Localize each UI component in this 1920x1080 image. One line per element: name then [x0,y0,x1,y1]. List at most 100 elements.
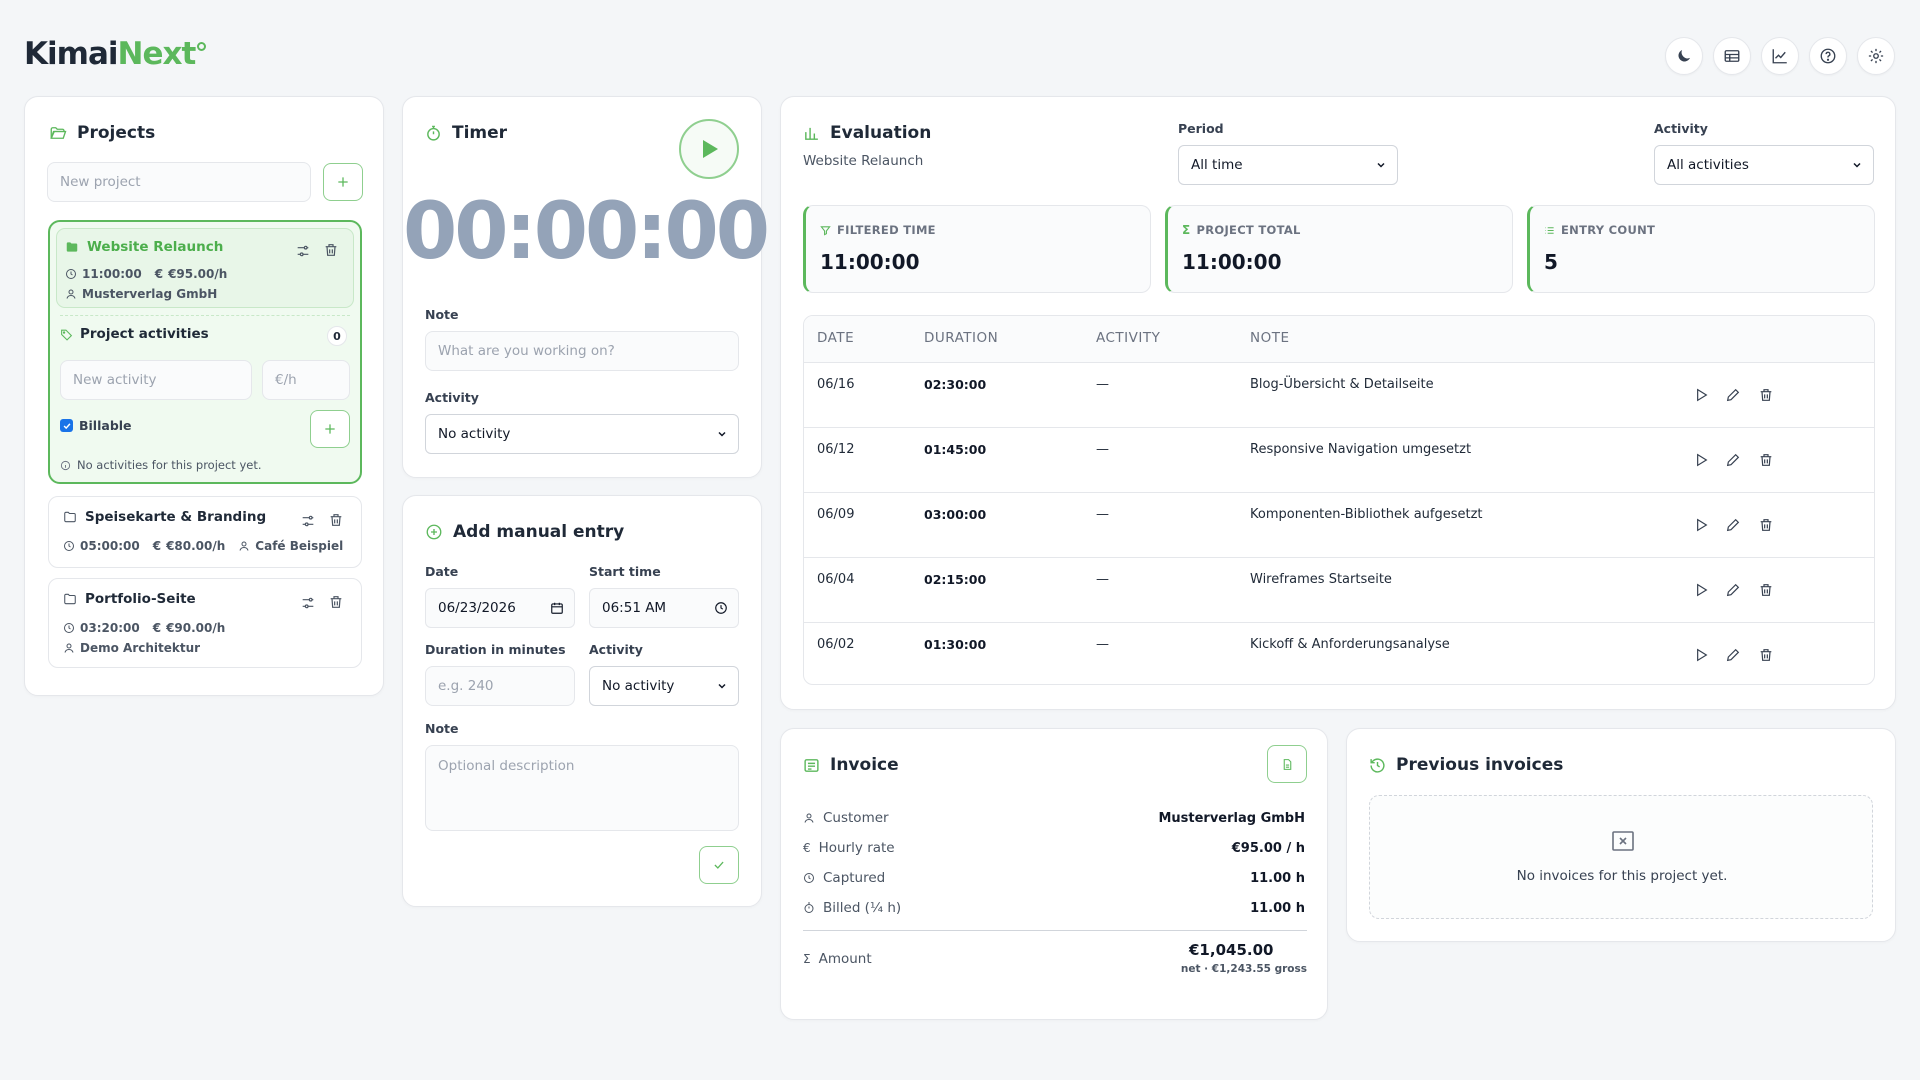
dark-mode-button[interactable] [1665,37,1703,75]
start-timer-button[interactable] [679,119,739,179]
trash-icon[interactable] [1758,517,1774,533]
tag-icon [61,329,73,341]
clock-icon [66,269,76,279]
column-header: ACTIVITY [1096,330,1161,346]
check-icon [714,861,724,869]
app-logo: KimaiNext [24,36,207,72]
info-icon [60,460,71,470]
help-button[interactable] [1809,37,1847,75]
activity-rate-input[interactable]: €/h [262,360,350,400]
trash-icon[interactable] [1758,582,1774,598]
table-row: 06/12 01:45:00 — Responsive Navigation u… [804,427,1874,492]
create-invoice-button[interactable] [1267,745,1307,783]
sliders-icon[interactable] [295,243,311,259]
filter-icon [820,225,831,236]
pencil-icon[interactable] [1725,452,1741,468]
invoice-customer-value: Musterverlag GmbH [1158,811,1305,826]
manual-note-textarea[interactable]: Optional description [425,745,739,831]
table-view-button[interactable] [1713,37,1751,75]
project-activities-title: Project activities [60,326,209,342]
timer-display: 00:00:00 [403,187,770,277]
project-name: Website Relaunch [87,239,224,255]
play-icon[interactable] [1693,647,1709,663]
play-icon[interactable] [1693,517,1709,533]
project-summary-active[interactable]: Website Relaunch 11:00:00 € €95.00/h Mus… [56,228,354,308]
manual-activity-label: Activity [589,642,643,657]
evaluation-activity-select[interactable]: All activities [1654,145,1874,185]
date-label: Date [425,564,459,579]
table-header: DATE DURATION ACTIVITY NOTE [804,316,1874,362]
invoice-amount-sub: net · €1,243.55 gross [1180,963,1307,975]
user-icon [64,643,74,653]
invoice-icon [804,758,819,772]
activity-count-badge: 0 [327,326,347,346]
invoice-rate-label: Hourly rate [818,840,895,856]
duration-input[interactable]: e.g. 240 [425,666,575,706]
add-project-button[interactable] [323,163,363,201]
pencil-icon[interactable] [1725,517,1741,533]
activities-empty-text: No activities for this project yet. [77,458,262,472]
trash-icon[interactable] [1758,387,1774,403]
chevron-down-icon [718,431,726,437]
folder-icon [64,511,76,523]
timer-note-input[interactable]: What are you working on? [425,331,739,371]
settings-button[interactable] [1857,37,1895,75]
sliders-icon[interactable] [300,595,316,611]
new-activity-input[interactable]: New activity [60,360,252,400]
invoice-card: Invoice Customer Musterverlag GmbH € Hou… [780,728,1328,1020]
pencil-icon[interactable] [1725,582,1741,598]
add-activity-button[interactable] [310,410,350,448]
invoice-rate-value: €95.00 / h [1231,841,1305,856]
pencil-icon[interactable] [1725,387,1741,403]
play-icon[interactable] [1693,387,1709,403]
save-entry-button[interactable] [699,846,739,884]
sigma-icon: Σ [803,952,811,966]
folder-icon [64,593,76,605]
stopwatch-icon [427,125,440,141]
invoice-amount-value: €1,045.00 [1189,941,1274,959]
project-item[interactable]: Portfolio-Seite 03:20:00 € €90.00/h Demo… [48,578,362,668]
project-time: 03:20:00 [80,621,140,635]
trash-icon[interactable] [328,594,344,610]
invoice-captured-label: Captured [823,870,886,886]
clock-icon [804,873,814,883]
play-icon[interactable] [1693,582,1709,598]
sliders-icon[interactable] [300,513,316,529]
project-rate: €95.00/h [168,267,228,281]
moon-icon [1678,50,1690,62]
billable-checkbox[interactable] [60,419,73,432]
manual-activity-select[interactable]: No activity [589,666,739,706]
previous-invoices-title: Previous invoices [1369,755,1563,775]
stat-value: 11:00:00 [1182,250,1282,274]
start-time-label: Start time [589,564,661,579]
timer-activity-select[interactable]: No activity [425,414,739,454]
bar-chart-icon [805,127,818,140]
folder-open-icon [50,127,67,139]
chart-view-button[interactable] [1761,37,1799,75]
project-item[interactable]: Speisekarte & Branding 05:00:00 € €80.00… [48,496,362,568]
trash-icon[interactable] [323,242,339,258]
divider [60,315,350,316]
project-rate: €80.00/h [166,539,226,553]
evaluation-card: Evaluation Website Relaunch Period All t… [780,96,1896,710]
play-icon[interactable] [1693,452,1709,468]
project-name: Speisekarte & Branding [85,509,267,525]
new-project-input[interactable]: New project [47,162,311,202]
evaluation-activity-label: Activity [1654,121,1708,136]
trash-icon[interactable] [328,512,344,528]
logo-main: Kimai [24,36,118,72]
period-select[interactable]: All time [1178,145,1398,185]
projects-title: Projects [49,123,155,143]
table-row: 06/09 03:00:00 — Komponenten-Bibliothek … [804,492,1874,557]
trash-icon[interactable] [1758,452,1774,468]
project-item-active[interactable]: Website Relaunch 11:00:00 € €95.00/h Mus… [48,220,362,484]
chevron-down-icon [718,683,726,689]
trash-icon[interactable] [1758,647,1774,663]
project-customer: Musterverlag GmbH [82,287,218,301]
manual-entry-title: Add manual entry [425,522,624,542]
date-input[interactable]: 06/23/2026 [425,588,575,628]
pencil-icon[interactable] [1725,647,1741,663]
project-customer: Demo Architektur [80,641,201,655]
manual-note-label: Note [425,721,459,736]
start-time-input[interactable]: 06:51 AM [589,588,739,628]
